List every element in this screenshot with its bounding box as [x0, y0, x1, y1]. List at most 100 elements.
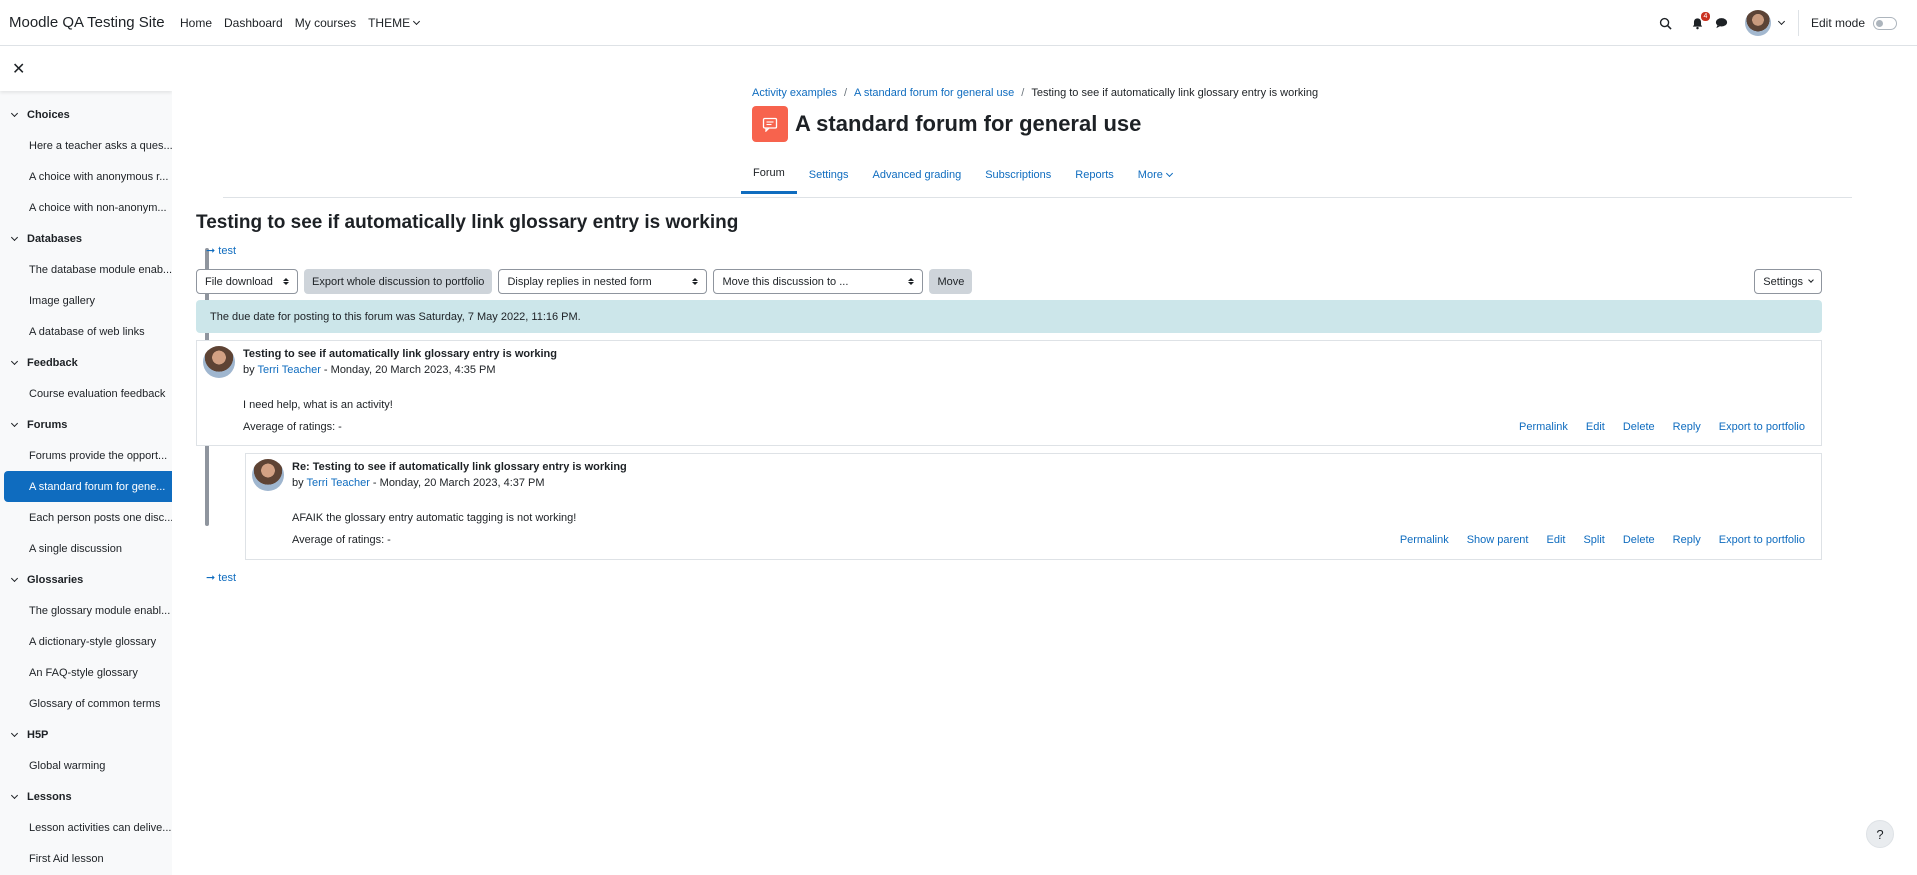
- close-icon[interactable]: ✕: [12, 59, 25, 79]
- drawer-item[interactable]: Image gallery: [0, 285, 172, 316]
- breadcrumb-separator: /: [1021, 87, 1025, 99]
- section-title: H5P: [27, 728, 49, 741]
- tab-forum[interactable]: Forum: [741, 159, 797, 194]
- author-avatar[interactable]: [203, 346, 235, 378]
- notifications-bell-icon[interactable]: 4: [1689, 12, 1710, 32]
- top-navbar: Moodle QA Testing Site Home Dashboard My…: [0, 0, 1917, 46]
- reply-link[interactable]: Reply: [1673, 421, 1701, 433]
- delete-link[interactable]: Delete: [1623, 534, 1655, 546]
- nav-home[interactable]: Home: [180, 16, 212, 30]
- export-to-portfolio-link[interactable]: Export to portfolio: [1719, 421, 1805, 433]
- chevron-down-icon: [10, 109, 19, 117]
- split-link[interactable]: Split: [1583, 534, 1604, 546]
- help-button[interactable]: ?: [1866, 820, 1894, 848]
- notification-count-badge: 4: [1700, 12, 1710, 21]
- byline-prefix: by: [243, 364, 255, 376]
- section-forums[interactable]: Forums: [0, 409, 172, 440]
- drawer-item-active[interactable]: A standard forum for gene...: [4, 471, 172, 502]
- tab-advanced-grading[interactable]: Advanced grading: [861, 159, 974, 194]
- show-parent-link[interactable]: Show parent: [1467, 534, 1529, 546]
- drawer-item[interactable]: Global warming: [0, 750, 172, 781]
- tab-subscriptions[interactable]: Subscriptions: [973, 159, 1063, 194]
- site-name[interactable]: Moodle QA Testing Site: [0, 14, 172, 31]
- section-feedback[interactable]: Feedback: [0, 347, 172, 378]
- permalink-link[interactable]: Permalink: [1519, 421, 1568, 433]
- breadcrumb: Activity examples / A standard forum for…: [752, 87, 1318, 99]
- chevron-down-icon[interactable]: [1777, 17, 1786, 26]
- nav-theme-label: THEME: [368, 15, 411, 30]
- post-date: - Monday, 20 March 2023, 4:35 PM: [320, 364, 496, 376]
- move-button[interactable]: Move: [929, 269, 973, 294]
- reply-link[interactable]: Reply: [1673, 534, 1701, 546]
- discussion-title: Testing to see if automatically link glo…: [196, 212, 739, 233]
- navbar-right: 4 Edit mode: [1657, 0, 1917, 46]
- section-title: Databases: [27, 232, 83, 245]
- edit-mode-toggle[interactable]: [1873, 16, 1897, 30]
- tab-settings[interactable]: Settings: [797, 159, 861, 194]
- permalink-link[interactable]: Permalink: [1400, 534, 1449, 546]
- chevron-down-icon: [10, 574, 19, 582]
- drawer-item[interactable]: The glossary module enabl...: [0, 595, 172, 626]
- secondary-navigation: Forum Settings Advanced grading Subscrip…: [741, 159, 1184, 194]
- drawer-item[interactable]: A dictionary-style glossary: [0, 626, 172, 657]
- drawer-item[interactable]: An FAQ-style glossary: [0, 657, 172, 688]
- discussion-content: Testing to see if automatically link glo…: [196, 212, 1822, 584]
- section-databases[interactable]: Databases: [0, 223, 172, 254]
- forum-post-reply: Re: Testing to see if automatically link…: [245, 453, 1822, 560]
- drawer-item[interactable]: A database of web links: [0, 316, 172, 347]
- discussion-nav-link-top[interactable]: ➞ test: [206, 244, 1822, 257]
- section-h5p[interactable]: H5P: [0, 719, 172, 750]
- breadcrumb-item[interactable]: Activity examples: [752, 87, 837, 99]
- drawer-item[interactable]: Lesson activities can delive...: [0, 812, 172, 843]
- drawer-item[interactable]: A choice with anonymous r...: [0, 161, 172, 192]
- drawer-item[interactable]: Forums provide the opport...: [0, 440, 172, 471]
- author-avatar[interactable]: [252, 459, 284, 491]
- post-subject: Re: Testing to see if automatically link…: [292, 461, 627, 473]
- section-lessons[interactable]: Lessons: [0, 781, 172, 812]
- tab-more[interactable]: More: [1126, 159, 1184, 194]
- move-discussion-select[interactable]: Move this discussion to ...: [713, 269, 924, 294]
- nav-theme-menu[interactable]: THEME: [368, 15, 421, 30]
- tab-more-label: More: [1137, 168, 1163, 181]
- author-link[interactable]: Terri Teacher: [306, 477, 369, 489]
- drawer-item[interactable]: First Aid lesson: [0, 843, 172, 874]
- author-link[interactable]: Terri Teacher: [257, 364, 320, 376]
- drawer-item[interactable]: A choice with non-anonym...: [0, 192, 172, 223]
- settings-button[interactable]: Settings: [1754, 269, 1822, 294]
- drawer-item[interactable]: A single discussion: [0, 533, 172, 564]
- drawer-item[interactable]: Course evaluation feedback: [0, 378, 172, 409]
- post-date: - Monday, 20 March 2023, 4:37 PM: [369, 477, 545, 489]
- drawer-item[interactable]: Here a teacher asks a ques...: [0, 130, 172, 161]
- post-message: I need help, what is an activity!: [243, 399, 393, 411]
- messages-icon[interactable]: [1713, 14, 1731, 32]
- edit-link[interactable]: Edit: [1546, 534, 1565, 546]
- navbar-divider: [1797, 10, 1799, 36]
- post-rating: Average of ratings: -: [243, 421, 342, 433]
- nav-my-courses[interactable]: My courses: [295, 16, 356, 30]
- chevron-down-icon: [10, 233, 19, 241]
- export-to-portfolio-link[interactable]: Export to portfolio: [1719, 534, 1805, 546]
- discussion-nav-link-bottom[interactable]: ➞ test: [206, 571, 1822, 584]
- section-title: Forums: [27, 418, 68, 431]
- display-mode-select[interactable]: Display replies in nested form: [498, 269, 708, 294]
- forum-icon: [752, 106, 788, 142]
- breadcrumb-item[interactable]: A standard forum for general use: [854, 87, 1014, 99]
- course-index-drawer: ✕ Choices Here a teacher asks a ques... …: [0, 47, 172, 875]
- file-download-select[interactable]: File download: [196, 269, 298, 294]
- post-actions: Permalink Edit Delete Reply Export to po…: [1501, 421, 1805, 433]
- export-portfolio-button[interactable]: Export whole discussion to portfolio: [304, 269, 493, 294]
- delete-link[interactable]: Delete: [1623, 421, 1655, 433]
- edit-mode-label: Edit mode: [1810, 16, 1865, 30]
- drawer-item[interactable]: The database module enab...: [0, 254, 172, 285]
- section-glossaries[interactable]: Glossaries: [0, 564, 172, 595]
- drawer-item[interactable]: Glossary of common terms: [0, 688, 172, 719]
- search-icon[interactable]: [1657, 14, 1675, 32]
- breadcrumb-separator: /: [843, 87, 848, 99]
- edit-link[interactable]: Edit: [1586, 421, 1605, 433]
- drawer-item[interactable]: Each person posts one disc...: [0, 502, 172, 533]
- section-choices[interactable]: Choices: [0, 99, 172, 130]
- tab-reports[interactable]: Reports: [1063, 159, 1126, 194]
- section-title: Choices: [27, 108, 70, 121]
- nav-dashboard[interactable]: Dashboard: [224, 16, 283, 30]
- user-avatar[interactable]: [1744, 10, 1771, 36]
